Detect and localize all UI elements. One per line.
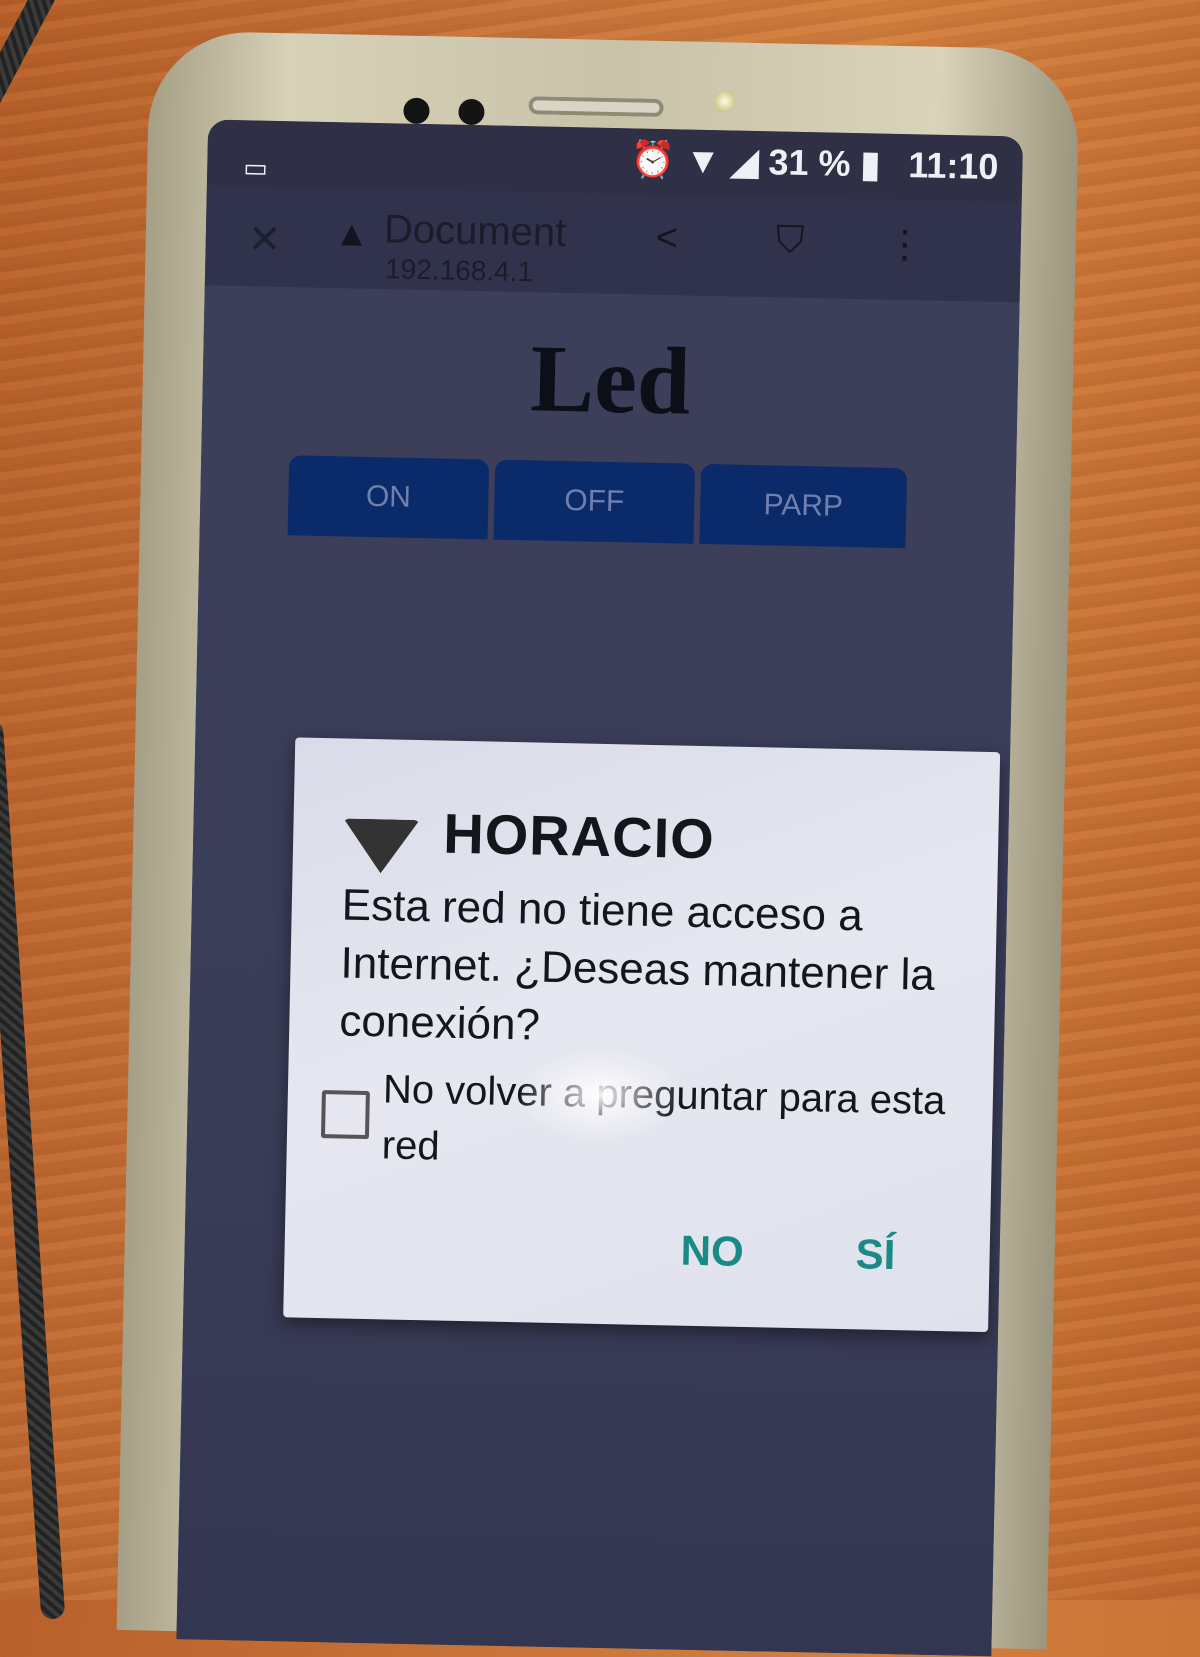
warning-icon[interactable]: ▲: [333, 212, 369, 255]
signal-icon: ◢: [730, 140, 759, 183]
on-button[interactable]: ON: [287, 455, 490, 540]
wifi-icon: [342, 818, 420, 875]
clock: 11:10: [907, 144, 999, 188]
close-icon[interactable]: ✕: [247, 216, 281, 263]
led-buttons: ON OFF PARP: [287, 455, 908, 549]
more-vert-icon[interactable]: ⋮: [885, 222, 924, 268]
front-camera: [458, 98, 485, 126]
dialog-title: HORACIO: [442, 801, 716, 871]
earpiece: [528, 96, 664, 118]
battery-percent: 31 %: [768, 141, 851, 184]
page-title-label: Document: [383, 207, 567, 256]
status-icons: ⏰ ▼ ◢ 31 % ▮ 11:10: [630, 138, 999, 188]
web-content: Led ON OFF PARP HORACIO Esta red no tien…: [176, 285, 1020, 1657]
phone-screen: ▭ ⏰ ▼ ◢ 31 % ▮ 11:10 ✕ ▲ Document 192.16…: [176, 119, 1024, 1657]
alarm-icon: ⏰: [629, 138, 676, 181]
dialog-message: Esta red no tiene acceso a Internet. ¿De…: [338, 880, 936, 1050]
front-flash: [713, 90, 736, 113]
front-sensor: [403, 97, 430, 125]
no-internet-dialog: HORACIO Esta red no tiene acceso a Inter…: [283, 737, 1001, 1333]
wifi-no-internet-icon: ▼: [684, 139, 722, 182]
dont-ask-checkbox[interactable]: [320, 1090, 370, 1140]
url-label: 192.168.4.1: [384, 253, 534, 288]
page-heading: Led: [529, 324, 692, 435]
laptop-icon: ▭: [242, 152, 269, 183]
battery-icon: ▮: [860, 143, 881, 185]
phone-body: ▭ ⏰ ▼ ◢ 31 % ▮ 11:10 ✕ ▲ Document 192.16…: [116, 30, 1080, 1657]
bookmark-icon[interactable]: ⛉: [775, 219, 804, 263]
browser-toolbar: ✕ ▲ Document 192.168.4.1 < ⛉ ⋮: [204, 185, 1022, 304]
off-button[interactable]: OFF: [493, 459, 696, 544]
yes-button[interactable]: SÍ: [849, 1229, 902, 1280]
share-icon[interactable]: <: [655, 217, 678, 260]
no-button[interactable]: NO: [674, 1226, 750, 1278]
light-glare: [520, 1050, 680, 1140]
blink-button[interactable]: PARP: [699, 463, 908, 549]
